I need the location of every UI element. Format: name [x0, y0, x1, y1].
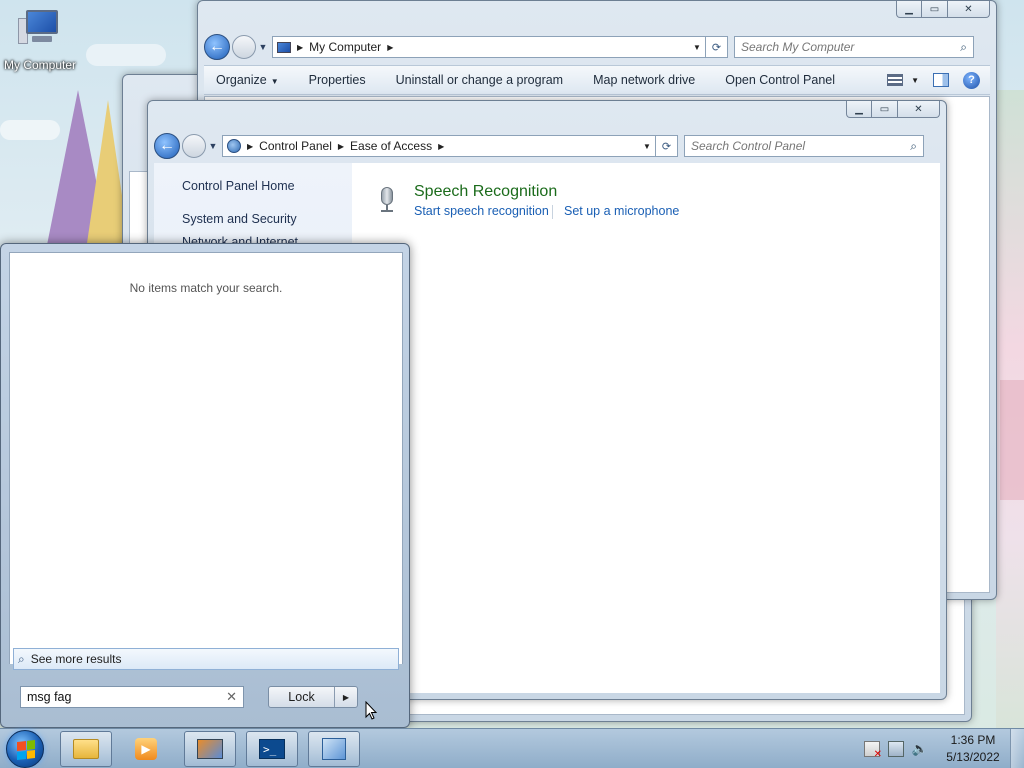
command-bar-tools: ▼ ?	[887, 71, 990, 89]
breadcrumb-arrow-icon: ▶	[247, 141, 254, 151]
show-desktop-button[interactable]	[1010, 729, 1024, 768]
search-icon: ⌕	[18, 651, 25, 666]
back-button[interactable]: ←	[204, 34, 230, 60]
clock-date: 5/13/2022	[946, 750, 1000, 764]
action-center-flag-icon[interactable]	[864, 741, 882, 760]
breadcrumb-control-panel[interactable]: Control Panel	[259, 139, 332, 153]
lock-button[interactable]: Lock	[269, 687, 335, 707]
taskbar-powershell[interactable]: >_	[246, 731, 298, 767]
control-panel-main: Speech Recognition Start speech recognit…	[352, 163, 940, 693]
powershell-icon: >_	[259, 739, 285, 759]
link-divider	[552, 205, 553, 219]
power-options-arrow-icon[interactable]: ▶	[335, 687, 357, 707]
address-dropdown-icon[interactable]: ▼	[689, 43, 705, 52]
refresh-button[interactable]: ⟳	[656, 135, 678, 157]
maximize-button[interactable]: ▭	[872, 101, 898, 118]
recent-pages-dropdown[interactable]: ▼	[208, 141, 218, 151]
my-computer-icon	[197, 739, 223, 759]
address-dropdown-icon[interactable]: ▼	[639, 142, 655, 151]
taskbar-my-computer[interactable]	[184, 731, 236, 767]
start-search-value: msg fag	[27, 690, 72, 704]
nav-control-panel-home[interactable]: Control Panel Home	[182, 179, 295, 193]
forward-button[interactable]	[232, 35, 256, 59]
back-button[interactable]: ←	[154, 133, 180, 159]
breadcrumb-arrow-icon: ▶	[297, 42, 304, 52]
search-icon[interactable]: ⌕	[960, 40, 967, 55]
window-caption-buttons: ▁ ▭ ✕	[896, 1, 990, 18]
clock[interactable]: 1:36 PM 5/13/2022	[936, 732, 1010, 766]
my-computer-icon	[277, 41, 291, 53]
minimize-button[interactable]: ▁	[896, 1, 922, 18]
map-network-drive-button[interactable]: Map network drive	[593, 73, 695, 87]
desktop-icon-my-computer[interactable]: My Computer	[2, 8, 78, 72]
breadcrumb-my-computer[interactable]: My Computer	[309, 40, 381, 54]
chevron-down-icon: ▼	[270, 77, 279, 86]
nav-system-and-security[interactable]: System and Security	[182, 212, 297, 226]
search-input[interactable]: Search Control Panel ⌕	[684, 135, 924, 157]
power-button-group: Lock ▶	[268, 686, 358, 708]
search-input[interactable]: Search My Computer ⌕	[734, 36, 974, 58]
control-panel-icon	[322, 738, 346, 760]
close-button[interactable]: ✕	[948, 1, 990, 18]
speech-recognition-title[interactable]: Speech Recognition	[414, 183, 557, 201]
speaker-icon[interactable]: 🔈	[912, 741, 928, 757]
see-more-results-label: See more results	[30, 652, 122, 666]
taskbar: ▶ >_ 🔈 1:36 PM 5/13/2022	[0, 728, 1024, 768]
start-speech-recognition-link[interactable]: Start speech recognition	[414, 204, 549, 218]
network-icon[interactable]	[888, 741, 904, 757]
breadcrumb-ease-of-access[interactable]: Ease of Access	[350, 139, 432, 153]
preview-pane-icon[interactable]	[933, 73, 949, 87]
media-player-icon: ▶	[135, 738, 157, 760]
control-panel-icon	[227, 139, 241, 153]
windows-flag-icon	[17, 740, 35, 760]
desktop-icon-label: My Computer	[3, 58, 77, 72]
close-button[interactable]: ✕	[898, 101, 940, 118]
set-up-microphone-link[interactable]: Set up a microphone	[564, 204, 679, 218]
address-bar[interactable]: ▶ Control Panel ▶ Ease of Access ▶ ▼	[222, 135, 656, 157]
recent-pages-dropdown[interactable]: ▼	[258, 42, 268, 52]
search-placeholder: Search Control Panel	[691, 139, 806, 153]
address-bar[interactable]: ▶ My Computer ▶ ▼	[272, 36, 706, 58]
minimize-button[interactable]: ▁	[846, 101, 872, 118]
uninstall-program-button[interactable]: Uninstall or change a program	[396, 73, 563, 87]
start-menu[interactable]: No items match your search. ⌕ See more r…	[0, 243, 410, 728]
chevron-down-icon: ▼	[911, 75, 919, 85]
breadcrumb-arrow-icon[interactable]: ▶	[387, 43, 393, 52]
organize-button[interactable]: Organize ▼	[216, 73, 279, 87]
address-row: ← ▼ ▶ My Computer ▶ ▼ ⟳ Search My Comput…	[204, 32, 990, 62]
mouse-cursor-icon	[365, 701, 378, 720]
view-icon	[887, 74, 904, 86]
windows-orb-icon[interactable]	[6, 730, 44, 768]
start-search-input[interactable]: msg fag ✕	[20, 686, 244, 708]
clock-time: 1:36 PM	[950, 733, 996, 747]
forward-button[interactable]	[182, 134, 206, 158]
clear-search-icon[interactable]: ✕	[226, 689, 237, 705]
taskbar-control-panel[interactable]	[308, 731, 360, 767]
address-row: ← ▼ ▶ Control Panel ▶ Ease of Access ▶ ▼…	[154, 131, 940, 161]
search-placeholder: Search My Computer	[741, 40, 855, 54]
properties-button[interactable]: Properties	[309, 73, 366, 87]
breadcrumb-arrow-icon[interactable]: ▶	[438, 142, 444, 151]
my-computer-icon	[18, 8, 62, 48]
taskbar-media-player[interactable]: ▶	[120, 731, 172, 767]
open-control-panel-button[interactable]: Open Control Panel	[725, 73, 835, 87]
change-view-button[interactable]: ▼	[887, 74, 919, 86]
search-results-pane: No items match your search.	[9, 252, 403, 664]
maximize-button[interactable]: ▭	[922, 1, 948, 18]
wallpaper-cloud	[86, 44, 166, 66]
wallpaper-art	[1000, 380, 1024, 500]
folder-icon	[73, 739, 99, 759]
taskbar-explorer[interactable]	[60, 731, 112, 767]
window-caption-buttons: ▁ ▭ ✕	[846, 101, 940, 118]
microphone-icon	[380, 187, 394, 213]
help-icon[interactable]: ?	[963, 71, 980, 89]
system-tray: 🔈 1:36 PM 5/13/2022	[864, 729, 1024, 768]
breadcrumb-arrow-icon[interactable]: ▶	[338, 142, 344, 151]
no-results-message: No items match your search.	[129, 281, 283, 295]
refresh-button[interactable]: ⟳	[706, 36, 728, 58]
see-more-results-button[interactable]: ⌕ See more results	[13, 648, 399, 670]
command-bar: Organize ▼ Properties Uninstall or change…	[204, 65, 990, 95]
search-icon[interactable]: ⌕	[910, 139, 917, 154]
